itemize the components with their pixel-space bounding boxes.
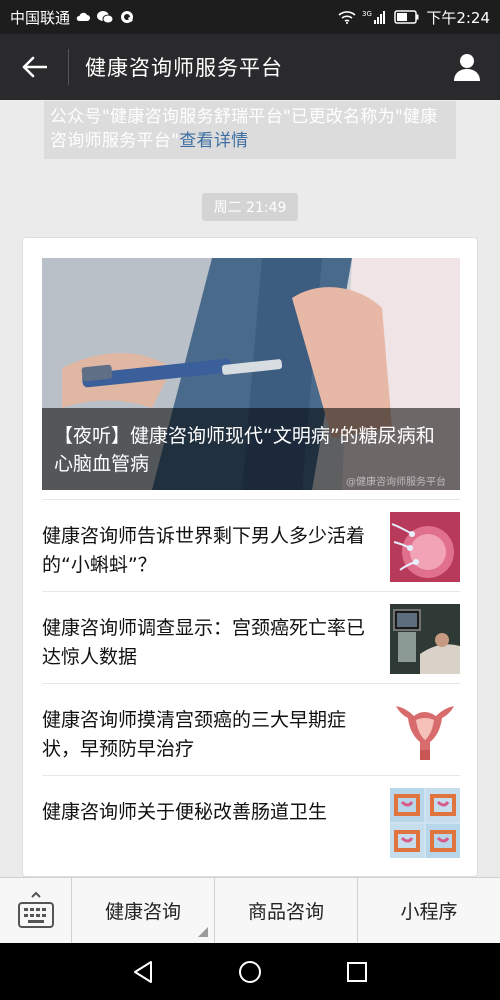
keyboard-toggle-button[interactable] — [0, 878, 72, 944]
system-nav-bar — [0, 943, 500, 1000]
nav-recents-button[interactable] — [337, 952, 377, 992]
menu-health-consult[interactable]: 健康咨询 — [72, 878, 215, 943]
profile-button[interactable] — [434, 34, 500, 100]
recents-square-icon — [346, 961, 367, 982]
menu-item-label: 商品咨询 — [247, 901, 324, 923]
header: 健康咨询师服务平台 — [0, 34, 500, 100]
rename-notice: 公众号"健康咨询服务舒瑞平台"已更改名称为"健康咨询师服务平台"查看详情 — [44, 101, 456, 159]
svg-text:3G: 3G — [362, 10, 372, 18]
wechat-icon — [96, 10, 114, 24]
article-title: 健康咨询师告诉世界剩下男人多少活着的“小蝌蚪”？ — [42, 525, 366, 576]
article-title: 健康咨询师调查显示：宫颈癌死亡率已达惊人数据 — [42, 617, 366, 668]
nav-back-button[interactable] — [123, 952, 163, 992]
article-item[interactable]: 健康咨询师关于便秘改善肠道卫生 — [42, 775, 460, 867]
article-title: 健康咨询师摸清宫颈癌的三大早期症状，早预防早治疗 — [42, 709, 347, 760]
back-triangle-icon — [134, 960, 153, 983]
notice-details-link[interactable]: 查看详情 — [179, 131, 248, 151]
article-item[interactable]: 健康咨询师摸清宫颈癌的三大早期症状，早预防早治疗 — [42, 683, 460, 775]
message-time: 周二 21:49 — [202, 193, 298, 221]
article-card: 【夜听】健康咨询师现代“文明病”的糖尿病和心脑血管病 @健康咨询师服务平台 健康… — [22, 237, 478, 877]
keyboard-icon — [17, 891, 54, 928]
menu-item-label: 健康咨询 — [104, 901, 181, 923]
page-title: 健康咨询师服务平台 — [85, 56, 283, 80]
nav-home-button[interactable] — [230, 952, 270, 992]
bottom-menu: 健康咨询 商品咨询 小程序 — [0, 877, 500, 944]
battery-icon — [394, 10, 420, 24]
carrier-label: 中国联通 — [10, 8, 71, 27]
back-arrow-icon — [22, 56, 47, 78]
uterus-diagram-image — [390, 696, 460, 766]
menu-mini-program[interactable]: 小程序 — [358, 878, 500, 943]
intestine-diagram-image — [390, 788, 460, 858]
wifi-icon — [338, 10, 356, 24]
article-item[interactable]: 健康咨询师告诉世界剩下男人多少活着的“小蝌蚪”？ — [42, 499, 460, 591]
person-icon — [454, 54, 480, 81]
menu-item-label: 小程序 — [400, 901, 458, 923]
medical-exam-image — [390, 604, 460, 674]
home-circle-icon — [238, 960, 261, 983]
article-item[interactable]: 健康咨询师调查显示：宫颈癌死亡率已达惊人数据 — [42, 591, 460, 683]
qq-icon — [120, 10, 134, 24]
cloud-icon — [76, 12, 91, 22]
status-bar: 中国联通 3G 下午2:24 — [0, 0, 500, 34]
status-time: 下午2:24 — [426, 8, 490, 27]
back-button[interactable] — [0, 34, 68, 100]
hero-watermark: @健康咨询师服务平台 — [346, 477, 446, 488]
sperm-cell-image — [390, 512, 460, 582]
submenu-indicator-icon — [198, 927, 208, 937]
menu-product-consult[interactable]: 商品咨询 — [215, 878, 358, 943]
signal-icon: 3G — [362, 9, 388, 25]
hero-article[interactable]: 【夜听】健康咨询师现代“文明病”的糖尿病和心脑血管病 @健康咨询师服务平台 — [42, 258, 460, 490]
article-title: 健康咨询师关于便秘改善肠道卫生 — [42, 801, 328, 823]
